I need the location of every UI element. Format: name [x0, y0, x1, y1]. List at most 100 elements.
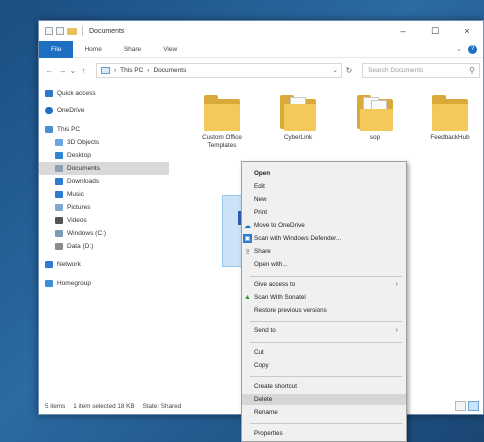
- nav-documents[interactable]: Documents: [39, 162, 169, 175]
- nav-label: Quick access: [57, 90, 96, 97]
- videos-icon: [55, 217, 63, 224]
- status-state: State: Shared: [142, 402, 182, 410]
- nav-videos[interactable]: Videos: [39, 214, 169, 227]
- forward-arrow-icon[interactable]: →: [56, 66, 69, 75]
- tab-file[interactable]: File: [39, 40, 74, 58]
- nav-label: Music: [67, 191, 84, 198]
- menu-separator: [250, 321, 402, 322]
- menu-new[interactable]: New: [242, 194, 406, 205]
- nav-network[interactable]: Network: [39, 258, 169, 271]
- menu-cut[interactable]: Cut: [242, 347, 406, 358]
- menu-share[interactable]: ⇪ Share: [242, 246, 406, 257]
- navigation-pane: Quick access OneDrive This PC 3D Objects…: [39, 83, 169, 398]
- help-icon[interactable]: ?: [468, 44, 477, 54]
- folder-tile[interactable]: Custom Office Templates: [191, 95, 253, 150]
- tab-home[interactable]: Home: [73, 41, 112, 58]
- menu-scan-sonatel[interactable]: ▲ Scan With Sonatel: [242, 292, 406, 303]
- nav-3d-objects[interactable]: 3D Objects: [39, 136, 169, 149]
- scan-icon: ▲: [244, 294, 251, 301]
- file-name: CyberLink: [283, 134, 313, 141]
- folder-tile[interactable]: FeedbackHub: [419, 95, 481, 142]
- menu-edit[interactable]: Edit: [242, 181, 406, 192]
- nav-desktop[interactable]: Desktop: [39, 149, 169, 162]
- search-icon: ⚲: [469, 65, 475, 75]
- menu-open[interactable]: Open: [242, 168, 406, 179]
- share-icon: ⇪: [244, 248, 251, 256]
- cloud-icon: ☁: [244, 222, 251, 230]
- menu-separator: [250, 376, 402, 377]
- large-icons-view-icon[interactable]: [468, 401, 479, 411]
- close-button[interactable]: ×: [451, 21, 483, 41]
- breadcrumb-this-pc[interactable]: This PC: [120, 67, 143, 74]
- menu-create-shortcut[interactable]: Create shortcut: [242, 381, 406, 392]
- menu-scan-defender[interactable]: ▣ Scan with Windows Defender...: [242, 233, 406, 244]
- nav-label: Network: [57, 261, 81, 268]
- back-arrow-icon[interactable]: ←: [43, 66, 56, 75]
- quick-access-toolbar: [45, 26, 85, 36]
- status-item-count: 5 items: [45, 402, 66, 410]
- menu-separator: [250, 342, 402, 343]
- menu-restore-versions[interactable]: Restore previous versions: [242, 305, 406, 316]
- recent-locations-icon[interactable]: ⌄: [69, 66, 77, 75]
- nav-label: Windows (C:): [67, 230, 107, 237]
- ribbon-right: ⌄ ?: [456, 44, 477, 54]
- title-bar: Documents – ☐ ×: [39, 21, 483, 41]
- nav-data-d[interactable]: Data (D:): [39, 240, 169, 253]
- details-view-icon[interactable]: [455, 401, 466, 411]
- nav-this-pc[interactable]: This PC: [39, 123, 169, 136]
- properties-icon[interactable]: [45, 27, 53, 35]
- nav-label: 3D Objects: [67, 139, 100, 146]
- menu-properties[interactable]: Properties: [242, 428, 406, 439]
- menu-copy[interactable]: Copy: [242, 360, 406, 371]
- nav-label: OneDrive: [57, 107, 85, 114]
- folder-tile[interactable]: sop: [344, 95, 406, 142]
- menu-rename[interactable]: Rename: [242, 407, 406, 418]
- tab-view[interactable]: View: [152, 41, 188, 58]
- nav-label: Videos: [67, 217, 87, 224]
- nav-label: Downloads: [67, 178, 100, 185]
- nav-music[interactable]: Music: [39, 188, 169, 201]
- toolbar-divider: [82, 26, 83, 36]
- refresh-icon[interactable]: ↻: [342, 66, 356, 75]
- folder-icon: [432, 95, 468, 131]
- nav-label: Desktop: [67, 152, 91, 159]
- address-dropdown-icon[interactable]: ⌄: [332, 66, 338, 74]
- folder-icon: [357, 95, 393, 131]
- menu-open-with[interactable]: Open with...: [242, 259, 406, 270]
- window-controls: – ☐ ×: [387, 21, 483, 41]
- menu-delete[interactable]: Delete: [242, 394, 406, 405]
- status-selection: 1 item selected 18 KB: [73, 402, 135, 410]
- menu-move-to-onedrive[interactable]: ☁ Move to OneDrive: [242, 220, 406, 231]
- menu-print[interactable]: Print: [242, 207, 406, 218]
- nav-downloads[interactable]: Downloads: [39, 175, 169, 188]
- nav-homegroup[interactable]: Homegroup: [39, 277, 169, 290]
- maximize-button[interactable]: ☐: [419, 21, 451, 41]
- address-row: ← → ⌄ ↑ › This PC › Documents ⌄ ↻ Search…: [39, 59, 483, 81]
- minimize-button[interactable]: –: [387, 21, 419, 41]
- menu-send-to[interactable]: Send to ›: [242, 325, 406, 336]
- menu-separator: [250, 276, 402, 277]
- music-icon: [55, 191, 63, 198]
- folder-tile[interactable]: CyberLink: [267, 95, 329, 142]
- nav-windows-c[interactable]: Windows (C:): [39, 227, 169, 240]
- nav-label: Data (D:): [67, 243, 94, 250]
- expand-ribbon-icon[interactable]: ⌄: [456, 45, 462, 53]
- nav-label: Documents: [67, 165, 100, 172]
- cube-icon: [55, 139, 63, 146]
- up-arrow-icon[interactable]: ↑: [77, 66, 90, 75]
- breadcrumb-separator: ›: [114, 66, 117, 74]
- nav-quick-access[interactable]: Quick access: [39, 87, 169, 100]
- menu-give-access[interactable]: Give access to ›: [242, 279, 406, 290]
- nav-pictures[interactable]: Pictures: [39, 201, 169, 214]
- new-folder-icon[interactable]: [56, 27, 64, 35]
- tab-share[interactable]: Share: [113, 41, 152, 58]
- drive-icon: [55, 230, 63, 237]
- window-title: Documents: [89, 27, 125, 35]
- folder-icon: [280, 95, 316, 131]
- address-bar[interactable]: › This PC › Documents ⌄: [96, 62, 342, 78]
- nav-onedrive[interactable]: OneDrive: [39, 104, 169, 117]
- download-icon: [55, 178, 63, 185]
- search-box[interactable]: Search Documents ⚲: [362, 62, 480, 78]
- file-name: Custom Office Templates: [202, 134, 242, 149]
- breadcrumb-documents[interactable]: Documents: [153, 67, 186, 74]
